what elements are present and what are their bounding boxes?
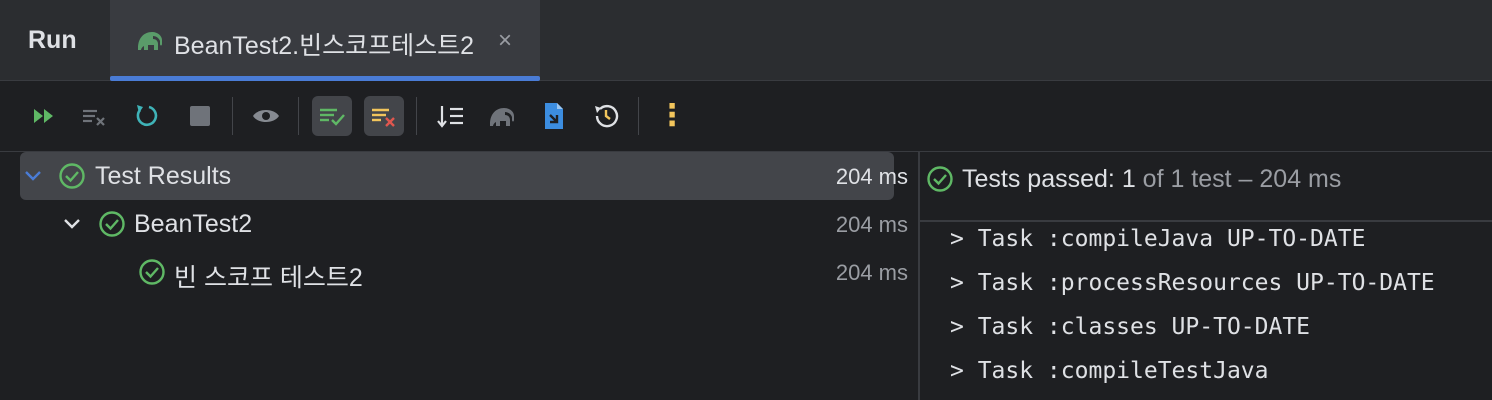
run-toolbar: ⋮	[0, 81, 1492, 152]
status-count: 1	[1121, 165, 1136, 193]
chevron-down-icon[interactable]	[61, 212, 83, 234]
close-icon[interactable]: ×	[498, 27, 512, 55]
toolbar-separator	[416, 97, 417, 135]
passed-check-icon	[99, 211, 125, 237]
console-line: > Task :processResources UP-TO-DATE	[950, 270, 1435, 296]
gradle-icon[interactable]	[482, 96, 522, 136]
run-tool-window-title: Run	[28, 26, 77, 54]
toolbar-separator	[638, 97, 639, 135]
sort-icon[interactable]	[430, 96, 470, 136]
test-status-bar: Tests passed: 1 of 1 test – 204 ms	[920, 152, 1492, 222]
duration: 204 ms	[835, 212, 908, 237]
rerun-failed-icon[interactable]	[24, 96, 64, 136]
rerun-icon[interactable]	[126, 96, 166, 136]
history-icon[interactable]	[586, 96, 626, 136]
show-passed-icon[interactable]	[312, 96, 352, 136]
status-suffix: of 1 test – 204 ms	[1135, 165, 1342, 193]
console-pane: Tests passed: 1 of 1 test – 204 ms > Tas…	[920, 152, 1492, 400]
stop-all-icon[interactable]	[74, 96, 114, 136]
show-failed-icon[interactable]	[364, 96, 404, 136]
console-line: > Task :classes UP-TO-DATE	[950, 314, 1311, 340]
tool-window-header: Run BeanTest2.빈스코프테스트2 ×	[0, 0, 1492, 81]
tree-row-beantest2[interactable]: BeanTest2 204 ms	[0, 200, 918, 248]
tree-row-test-results[interactable]: Test Results 204 ms	[0, 152, 918, 200]
tab-beantest2[interactable]: BeanTest2.빈스코프테스트2 ×	[110, 0, 540, 81]
duration: 204 ms	[835, 164, 908, 189]
tree-label: BeanTest2	[134, 210, 253, 238]
console-line: > Task :compileTestJava	[950, 358, 1269, 384]
status-prefix: Tests passed:	[962, 165, 1122, 193]
show-ignored-icon[interactable]	[246, 96, 286, 136]
gradle-elephant-icon	[138, 32, 162, 50]
export-icon[interactable]	[534, 96, 574, 136]
passed-check-icon	[139, 259, 165, 285]
chevron-down-icon[interactable]	[22, 164, 44, 186]
tree-label: Test Results	[95, 162, 232, 190]
status-text: Tests passed: 1 of 1 test – 204 ms	[962, 165, 1341, 194]
test-tree: Test Results 204 ms BeanTest2 204 ms 빈 스…	[0, 152, 918, 400]
toolbar-separator	[298, 97, 299, 135]
stop-icon[interactable]	[180, 96, 220, 136]
tree-row-method[interactable]: 빈 스코프 테스트2 204 ms	[0, 248, 918, 296]
tab-title: BeanTest2.빈스코프테스트2	[174, 32, 474, 60]
console-line: > Task :compileJava UP-TO-DATE	[950, 226, 1366, 252]
more-icon[interactable]: ⋮	[652, 96, 692, 136]
passed-check-icon	[927, 166, 953, 192]
tree-label: 빈 스코프 테스트2	[174, 264, 363, 292]
passed-check-icon	[59, 163, 85, 189]
toolbar-separator	[232, 97, 233, 135]
duration: 204 ms	[835, 260, 908, 285]
